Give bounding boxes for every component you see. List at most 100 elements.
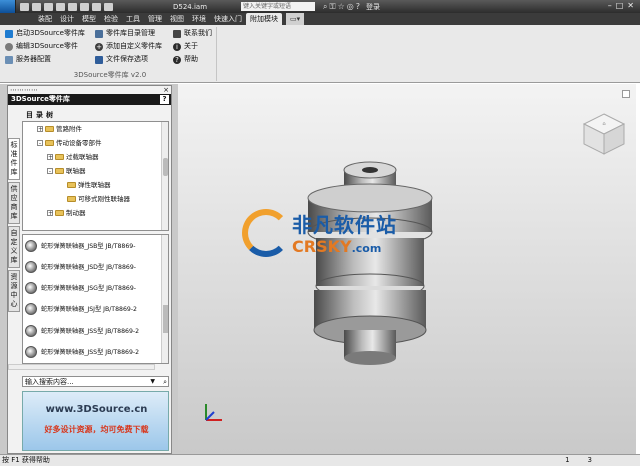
viewcube[interactable]: ⌂: [580, 110, 628, 158]
coupling-3d-model[interactable]: [280, 160, 460, 370]
collapse-icon[interactable]: -: [47, 168, 53, 175]
watermark-logo-icon: [242, 209, 290, 257]
close-icon[interactable]: ✕: [627, 1, 638, 10]
tree-node[interactable]: + 过载联轴器: [47, 152, 99, 162]
ribbon-options-icon[interactable]: ▭▾: [286, 13, 304, 25]
expand-icon[interactable]: +: [47, 154, 53, 161]
collapse-icon[interactable]: -: [37, 140, 43, 147]
contact-icon: [173, 29, 181, 38]
promo-banner[interactable]: www.3DSource.cn 好多设计资源，均可免费下载: [22, 391, 169, 451]
catalog-manage-button[interactable]: 零件库目录管理: [95, 28, 155, 39]
list-item[interactable]: 蛇形弹簧联轴器_JSD型 JB/T8869-: [23, 260, 136, 273]
tree-node[interactable]: + 管路附件: [37, 124, 82, 134]
banner-url: www.3DSource.cn: [45, 404, 148, 415]
ribbon-group-title: 3DSource零件库 v2.0: [73, 71, 147, 79]
list-item[interactable]: 蛇形弹簧联轴器_JSJ型 JB/T8869-2: [23, 302, 137, 315]
maximize-icon[interactable]: □: [616, 1, 628, 10]
coupling-icon: [25, 239, 37, 252]
tree-node[interactable]: 弹性联轴器: [67, 180, 111, 190]
window-controls: –□✕: [608, 1, 638, 10]
folder-icon: [55, 210, 64, 216]
tree-header: 目录树: [26, 111, 56, 119]
chevron-down-icon[interactable]: ▼: [150, 377, 155, 387]
coupling-icon: [25, 281, 37, 294]
save-icon[interactable]: [44, 2, 53, 11]
list-item[interactable]: 蛇形弹簧联轴器_JSS型 JB/T8869-2: [23, 324, 139, 337]
panel-help-button[interactable]: ?: [160, 95, 169, 104]
launch-library-button[interactable]: 启动3DSource零件库: [5, 28, 85, 39]
tab-assembly[interactable]: 装配: [34, 13, 56, 25]
edit-part-button[interactable]: 编辑3DSource零件: [5, 41, 78, 52]
app-logo[interactable]: [0, 0, 16, 13]
save-options-button[interactable]: 文件保存选项: [95, 54, 148, 65]
list-item[interactable]: 蛇形弹簧联轴器_JSG型 JB/T8869-: [23, 281, 136, 294]
list-item[interactable]: 蛇形弹簧联轴器_JSS型 JB/T8869-2: [23, 345, 139, 358]
watermark: 非凡软件站 CRSKY.com: [240, 205, 430, 265]
open-icon[interactable]: [32, 2, 41, 11]
viewport-maximize-icon[interactable]: [622, 90, 630, 98]
library-panel: ⋯⋯⋯⋯ × 3DSource零件库? 标准件库 供应商库 自定义库 资源中心 目…: [7, 85, 172, 454]
scroll-thumb[interactable]: [163, 158, 168, 176]
expand-icon[interactable]: +: [37, 126, 43, 133]
add-icon: +: [95, 42, 103, 51]
server-icon: [5, 55, 13, 64]
tab-environment[interactable]: 环境: [188, 13, 210, 25]
side-tab-custom[interactable]: 自定义库: [8, 226, 20, 268]
parts-hscrollbar[interactable]: [8, 364, 155, 370]
folder-icon: [45, 126, 54, 132]
panel-grip-icon[interactable]: ⋯⋯⋯⋯: [10, 86, 38, 94]
redo-icon[interactable]: [68, 2, 77, 11]
contact-us-button[interactable]: 联系我们: [173, 28, 212, 39]
tab-addins[interactable]: 附加模块: [246, 13, 282, 25]
scroll-thumb[interactable]: [163, 305, 168, 333]
home-icon: ⌂: [602, 121, 605, 127]
side-tab-standard[interactable]: 标准件库: [8, 138, 20, 180]
globe-icon[interactable]: ◎: [347, 2, 356, 11]
catalog-tree[interactable]: + 管路附件 - 传动设备零部件 + 过载联轴器 - 联轴器 弹性联轴器 可移式刚性联轴…: [22, 121, 169, 231]
z-axis-icon: [205, 411, 215, 421]
select-icon[interactable]: [92, 2, 101, 11]
star-icon[interactable]: ☆: [338, 2, 347, 11]
tree-node[interactable]: - 传动设备零部件: [37, 138, 102, 148]
tree-node[interactable]: 可移式刚性联轴器: [67, 194, 130, 204]
tab-getting-started[interactable]: 快速入门: [210, 13, 246, 25]
coupling-icon: [25, 324, 37, 337]
help-button[interactable]: ? 帮助: [173, 54, 198, 65]
parts-scrollbar[interactable]: [161, 235, 168, 363]
side-tab-supplier[interactable]: 供应商库: [8, 182, 20, 224]
key-icon[interactable]: ⚿: [330, 2, 338, 11]
home-icon[interactable]: [80, 2, 89, 11]
new-icon[interactable]: [20, 2, 29, 11]
tab-view[interactable]: 视图: [166, 13, 188, 25]
help-icon[interactable]: ?: [356, 2, 362, 11]
login-button[interactable]: 登录: [366, 2, 380, 12]
tab-tools[interactable]: 工具: [122, 13, 144, 25]
coupling-icon: [25, 345, 37, 358]
undo-icon[interactable]: [56, 2, 65, 11]
panel-close-button[interactable]: ×: [163, 86, 169, 94]
tab-inspect[interactable]: 检验: [100, 13, 122, 25]
search-input[interactable]: 输入搜索内容... ▼ ⌕: [22, 376, 169, 387]
side-tab-resources[interactable]: 资源中心: [8, 270, 20, 312]
tab-design[interactable]: 设计: [56, 13, 78, 25]
help-search-input[interactable]: 键入关键字或短语: [241, 2, 316, 11]
server-config-button[interactable]: 服务器配置: [5, 54, 51, 65]
tree-node[interactable]: - 联轴器: [47, 166, 86, 176]
material-icon[interactable]: [104, 2, 113, 11]
minimize-icon[interactable]: –: [608, 1, 616, 10]
tree-scrollbar[interactable]: [161, 122, 168, 230]
banner-slogan: 好多设计资源，均可免费下载: [44, 425, 149, 434]
list-item[interactable]: 蛇形弹簧联轴器_JSB型 JB/T8869-: [23, 239, 135, 252]
tree-node[interactable]: + 制动器: [47, 208, 86, 218]
search-icon[interactable]: ⌕: [163, 377, 167, 387]
tab-model[interactable]: 模型: [78, 13, 100, 25]
status-text: 按 F1 获得帮助: [2, 456, 50, 464]
status-bar: 按 F1 获得帮助 13: [0, 454, 640, 466]
ribbon-panel: 启动3DSource零件库 编辑3DSource零件 服务器配置 零件库目录管理…: [0, 25, 640, 83]
launch-icon: [5, 29, 13, 38]
add-custom-library-button[interactable]: + 添加自定义零件库: [95, 41, 162, 52]
expand-icon[interactable]: +: [47, 210, 53, 217]
catalog-icon: [95, 29, 103, 38]
tab-manage[interactable]: 管理: [144, 13, 166, 25]
about-button[interactable]: i 关于: [173, 41, 198, 52]
